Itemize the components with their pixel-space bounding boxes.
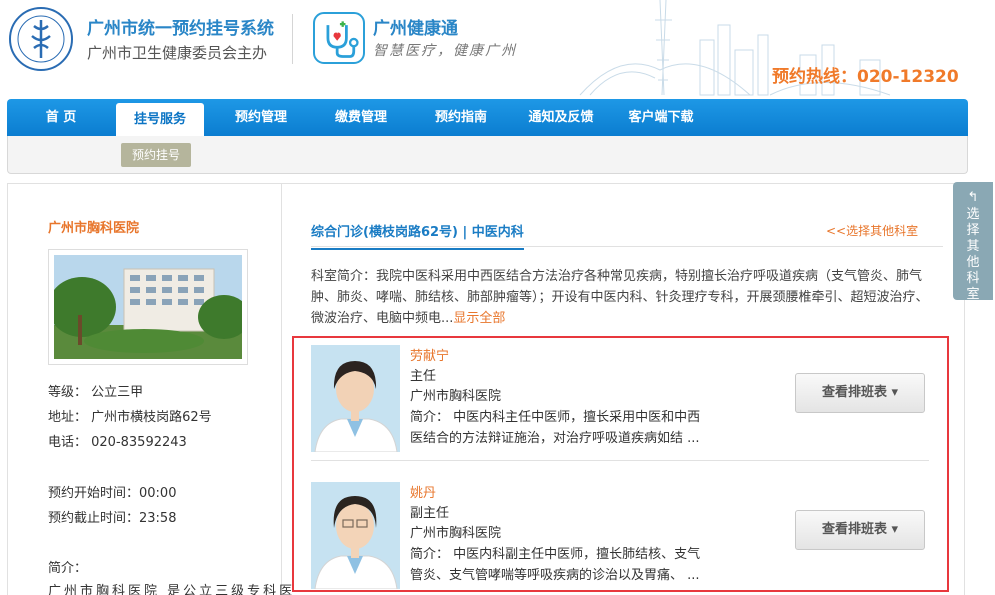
- department-description: 科室简介：我院中医科采用中西医结合方法治疗各种常见疾病，特别擅长治疗呼吸道疾病（…: [311, 266, 931, 329]
- doctor-separator: [311, 460, 929, 461]
- page-header: 广州市统一预约挂号系统 广州市卫生健康委员会主办 广州健康通 智慧医疗，健康广州…: [0, 0, 995, 100]
- main-nav: 首 页 挂号服务 预约管理 缴费管理 预约指南 通知及反馈 客户端下载: [7, 99, 968, 136]
- subnav-appointment-registration[interactable]: 预约挂号: [121, 143, 191, 167]
- nav-client-download[interactable]: 客户端下载: [615, 99, 707, 136]
- hospital-name[interactable]: 广州市胸科医院: [48, 217, 139, 236]
- site-title[interactable]: 广州市统一预约挂号系统: [87, 14, 274, 39]
- nav-registration-service[interactable]: 挂号服务: [116, 103, 204, 136]
- doctor-title: 副主任: [410, 506, 450, 521]
- doctor-name[interactable]: 姚丹: [410, 482, 436, 501]
- department-description-text: 科室简介：我院中医科采用中西医结合方法治疗各种常见疾病，特别擅长治疗呼吸道疾病（…: [311, 269, 929, 326]
- doctor-hospital: 广州市胸科医院: [410, 526, 502, 541]
- appointment-start-time: 预约开始时间：00:00: [48, 486, 177, 501]
- view-schedule-label: 查看排班表: [821, 522, 887, 537]
- return-arrow-icon: ↰: [967, 190, 979, 205]
- nav-payment-management[interactable]: 缴费管理: [321, 99, 401, 136]
- nav-home[interactable]: 首 页: [23, 99, 99, 136]
- hospital-info-panel: 广州市胸科医院 等级： 公立三甲 地址： 广州市横枝岗路62号 电话： 020-…: [7, 183, 292, 595]
- doctor-name[interactable]: 劳献宁: [410, 345, 449, 364]
- doctor-intro-line: 简介： 中医内科主任中医师，擅长采用中医和中西: [410, 410, 701, 425]
- health-commission-emblem-icon: [9, 7, 73, 71]
- doctor-title: 主任: [410, 369, 437, 384]
- header-divider: [292, 14, 293, 64]
- doctor-card: 姚丹 副主任 广州市胸科医院 简介： 中医内科副主任中医师，擅长肺结核、支气 管…: [311, 475, 931, 589]
- side-tab-label: 选择其他科室: [966, 207, 980, 302]
- doctor-photo: [311, 482, 400, 589]
- site-subtitle: 广州市卫生健康委员会主办: [87, 44, 268, 62]
- doctor-card: 劳献宁 主任 广州市胸科医院 简介： 中医内科主任中医师，擅长采用中医和中西 医…: [311, 338, 931, 452]
- appointment-end-time: 预约截止时间：23:58: [48, 511, 177, 526]
- doctor-hospital: 广州市胸科医院: [410, 389, 502, 404]
- nav-appointment-management[interactable]: 预约管理: [221, 99, 301, 136]
- nav-appointment-guide[interactable]: 预约指南: [421, 99, 501, 136]
- nav-notice-feedback[interactable]: 通知及反馈: [515, 99, 607, 136]
- doctor-intro-line: 管炎、支气管哮喘等呼吸疾病的诊治以及胃痛、 ...: [410, 568, 700, 583]
- hotline-text: 预约热线：020-12320: [772, 67, 959, 87]
- doctor-intro-line: 医结合的方法辩证施治，对治疗呼吸道疾病如结 ...: [410, 431, 700, 446]
- hospital-address: 地址： 广州市横枝岗路62号: [48, 410, 212, 425]
- choose-other-department-side-tab[interactable]: ↰ 选择其他科室: [953, 182, 993, 302]
- caret-down-icon: ▾: [891, 385, 899, 400]
- hospital-photo: [48, 249, 248, 365]
- view-schedule-button[interactable]: 查看排班表 ▾: [795, 373, 925, 413]
- app-title: 广州健康通: [373, 19, 458, 39]
- choose-other-department-link[interactable]: <<选择其他科室: [826, 222, 918, 239]
- doctor-intro-line: 简介： 中医内科副主任中医师，擅长肺结核、支气: [410, 547, 701, 562]
- hospital-intro-text: 广州市胸科医院 是公立三级专科医: [48, 584, 296, 595]
- show-all-link[interactable]: 显示全部: [453, 311, 505, 326]
- sub-nav: 预约挂号: [7, 136, 968, 174]
- view-schedule-button[interactable]: 查看排班表 ▾: [795, 510, 925, 550]
- view-schedule-label: 查看排班表: [821, 385, 887, 400]
- hospital-intro-label: 简介：: [48, 561, 88, 576]
- health-app-logo-icon: [313, 12, 365, 64]
- caret-down-icon: ▾: [891, 522, 899, 537]
- department-title-underline: [311, 246, 943, 247]
- hospital-level: 等级： 公立三甲: [48, 385, 144, 400]
- hospital-phone: 电话： 020-83592243: [48, 435, 187, 450]
- doctors-list-highlight: 劳献宁 主任 广州市胸科医院 简介： 中医内科主任中医师，擅长采用中医和中西 医…: [292, 336, 949, 592]
- doctor-photo: [311, 345, 400, 452]
- app-slogan: 智慧医疗，健康广州: [373, 43, 517, 59]
